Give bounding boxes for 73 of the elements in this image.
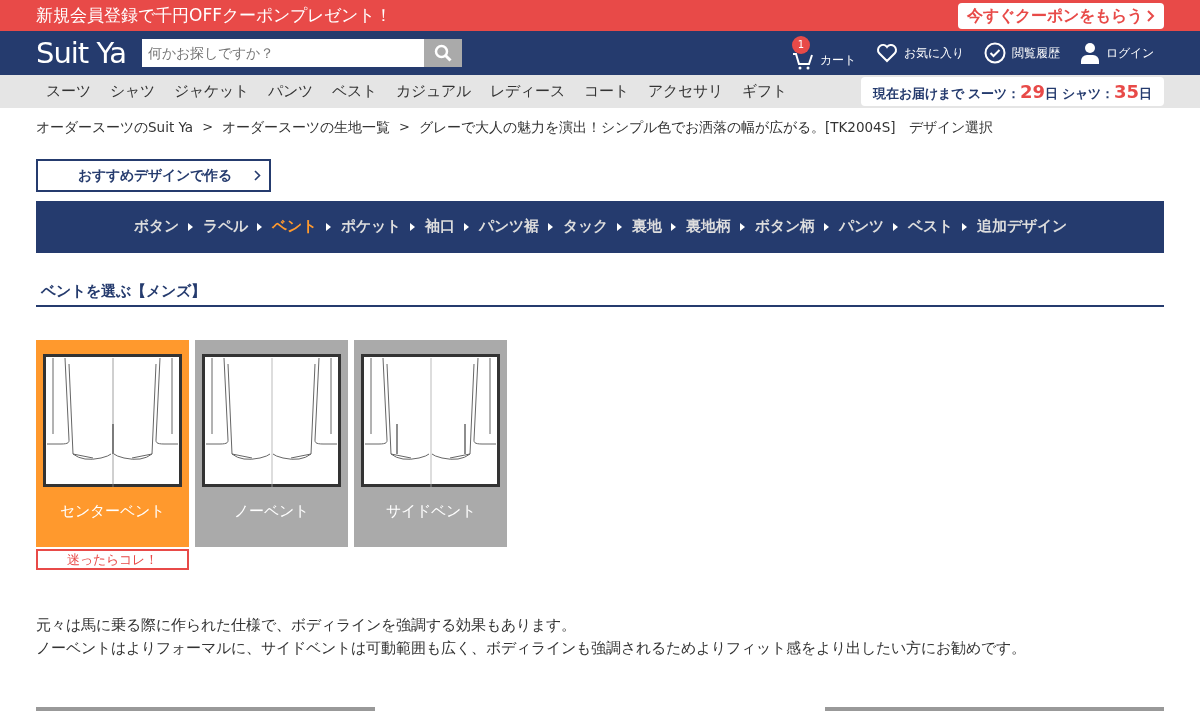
description-text: 元々は馬に乗る際に作られた仕様で、ボディラインを強調する効果もあります。: [36, 614, 577, 636]
triangle-icon: [325, 223, 331, 231]
cart-link[interactable]: 1 カート: [792, 36, 856, 70]
triangle-icon: [823, 223, 829, 231]
category-link[interactable]: カジュアル: [386, 80, 480, 103]
breadcrumb-item[interactable]: オーダースーツの生地一覧: [222, 116, 391, 138]
step-tab[interactable]: 裏地柄: [685, 216, 731, 238]
triangle-icon: [892, 223, 898, 231]
step-tab[interactable]: パンツ: [838, 216, 884, 238]
step-tab[interactable]: ポケット: [340, 216, 401, 238]
days-count: 29: [1019, 81, 1045, 102]
category-link[interactable]: パンツ: [258, 80, 322, 103]
logo[interactable]: Suit Ya: [36, 38, 126, 68]
promo-text: 新規会員登録で千円OFFクーポンプレゼント！: [36, 3, 392, 27]
shirts-label: シャツ：: [1061, 86, 1114, 101]
category-link[interactable]: ジャケット: [164, 80, 258, 103]
heart-link[interactable]: お気に入り: [876, 43, 964, 63]
triangle-icon: [616, 223, 622, 231]
recommend-tag: 迷ったらコレ！: [36, 548, 189, 570]
link-label: カート: [820, 52, 856, 69]
step-tab[interactable]: ラペル: [202, 216, 248, 238]
category-link[interactable]: スーツ: [36, 80, 100, 103]
coupon-button[interactable]: 今すぐクーポンをもらう: [958, 2, 1164, 29]
section-heading: ベントを選ぶ【メンズ】: [36, 280, 1164, 307]
count-badge: 1: [792, 36, 810, 54]
triangle-icon: [670, 223, 676, 231]
search-field[interactable]: 何かお探しですか？: [141, 39, 424, 67]
triangle-icon: [463, 223, 469, 231]
user-icon: [1080, 42, 1100, 64]
triangle-icon: [961, 223, 967, 231]
link-label: 閲覧履歴: [1012, 45, 1060, 62]
category-link[interactable]: アクセサリ: [638, 80, 732, 103]
days-count: 35: [1113, 81, 1139, 102]
triangle-icon: [739, 223, 745, 231]
days-unit: 日: [1139, 86, 1152, 101]
breadcrumb-item[interactable]: オーダースーツのSuit Ya: [36, 116, 194, 138]
step-tab[interactable]: ベント: [271, 216, 317, 238]
triangle-icon: [187, 223, 193, 231]
category-link[interactable]: ベスト: [322, 80, 386, 103]
category-link[interactable]: シャツ: [100, 80, 164, 103]
step-tab[interactable]: ボタン柄: [754, 216, 815, 238]
chevron-icon: [254, 170, 261, 181]
days-unit: 日: [1044, 86, 1058, 101]
step-tab[interactable]: ボタン: [133, 216, 179, 238]
recommend-design-button[interactable]: おすすめデザインで作る: [36, 159, 271, 192]
chevron-icon: [1147, 9, 1155, 22]
check-circle-icon: [984, 42, 1006, 64]
category-link[interactable]: レディース: [480, 80, 574, 103]
breadcrumb-item: グレーで大人の魅力を演出！シンプル色でお洒落の幅が広がる。[TK2004S] デザイン選択: [418, 117, 994, 137]
link-label: お気に入り: [904, 45, 964, 62]
triangle-icon: [256, 223, 262, 231]
suits-label: スーツ：: [967, 86, 1020, 101]
breadcrumb-separator: >: [202, 118, 214, 137]
category-link[interactable]: ギフト: [732, 80, 796, 103]
breadcrumb-separator: >: [399, 118, 410, 137]
step-tab[interactable]: 袖口: [424, 216, 455, 238]
step-tab[interactable]: パンツ裾: [478, 216, 539, 238]
link-label: ログイン: [1106, 45, 1154, 62]
check-link[interactable]: 閲覧履歴: [984, 42, 1060, 64]
description-text: ノーベントはよりフォーマルに、サイドベントは可動範囲も広く、ボディラインも強調されるためよりフィット感をより出したい方にお勧めです。: [36, 637, 1027, 659]
triangle-icon: [547, 223, 553, 231]
search-button[interactable]: [423, 39, 462, 67]
step-tab[interactable]: 追加デザイン: [976, 216, 1067, 238]
cart-icon: [792, 50, 814, 70]
delivery-label: 現在お届けまで: [872, 86, 964, 101]
step-tab[interactable]: 裏地: [631, 216, 662, 238]
heart-icon: [876, 43, 898, 63]
user-link[interactable]: ログイン: [1080, 42, 1154, 64]
search-icon: [433, 44, 452, 62]
triangle-icon: [409, 223, 415, 231]
step-tab[interactable]: タック: [562, 216, 608, 238]
category-link[interactable]: コート: [574, 80, 638, 103]
step-tab[interactable]: ベスト: [907, 216, 953, 238]
